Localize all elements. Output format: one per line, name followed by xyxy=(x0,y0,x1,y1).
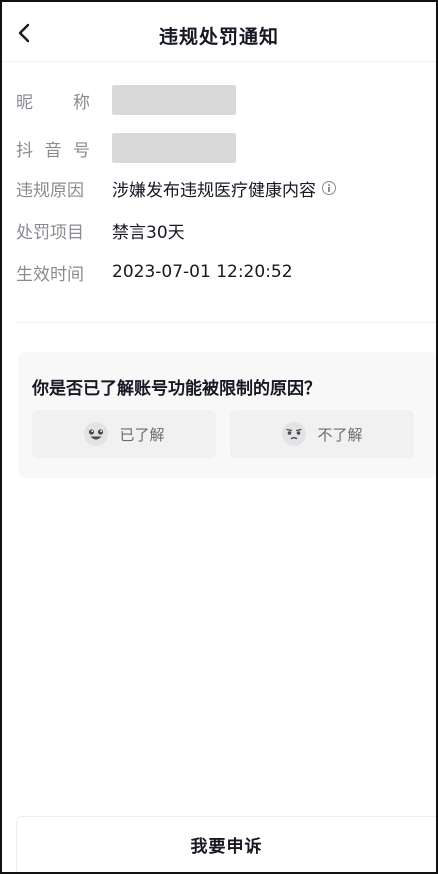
nav-header: 违规处罚通知 xyxy=(2,2,436,62)
screen: 违规处罚通知 昵 称 抖 音 号 违规原因 涉嫌发布违规医疗健康内容 处罚项目 … xyxy=(0,0,438,874)
section-divider xyxy=(16,322,436,323)
penalty-item-row: 处罚项目 禁言30天 xyxy=(16,216,185,244)
happy-face-icon xyxy=(84,422,109,446)
not-understood-button[interactable]: 不了解 xyxy=(230,410,414,458)
nickname-row: 昵 称 xyxy=(16,85,236,115)
understood-button[interactable]: 已了解 xyxy=(32,410,216,458)
page-title: 违规处罚通知 xyxy=(158,26,279,48)
nickname-label: 昵 称 xyxy=(16,92,90,113)
effective-time-value: 2023-07-01 12:20:52 xyxy=(112,262,293,282)
nickname-redaction xyxy=(112,85,236,115)
confused-face-icon xyxy=(282,422,307,446)
violation-reason-value: 涉嫌发布违规医疗健康内容 xyxy=(112,176,336,201)
info-icon[interactable] xyxy=(322,181,336,195)
penalty-item-value: 禁言30天 xyxy=(112,222,185,243)
douyin-id-label: 抖 音 号 xyxy=(16,140,90,161)
violation-reason-row: 违规原因 涉嫌发布违规医疗健康内容 xyxy=(16,174,336,202)
douyin-id-row: 抖 音 号 xyxy=(16,133,236,163)
douyin-id-redaction xyxy=(112,133,236,163)
penalty-item-label: 处罚项目 xyxy=(16,222,84,243)
violation-reason-text: 涉嫌发布违规医疗健康内容 xyxy=(112,180,316,201)
effective-time-label: 生效时间 xyxy=(16,264,84,285)
feedback-question: 你是否已了解账号功能被限制的原因？ xyxy=(32,379,321,399)
violation-reason-label: 违规原因 xyxy=(16,180,84,201)
douyin-id-value xyxy=(112,133,236,163)
understood-label: 已了解 xyxy=(119,425,165,444)
nickname-value xyxy=(112,85,236,115)
not-understood-label: 不了解 xyxy=(317,425,363,444)
appeal-button[interactable]: 我要申诉 xyxy=(16,816,436,872)
feedback-card: 你是否已了解账号功能被限制的原因？ 已了解 不了解 xyxy=(18,352,436,478)
appeal-label: 我要申诉 xyxy=(190,837,263,857)
effective-time-row: 生效时间 2023-07-01 12:20:52 xyxy=(16,258,293,286)
